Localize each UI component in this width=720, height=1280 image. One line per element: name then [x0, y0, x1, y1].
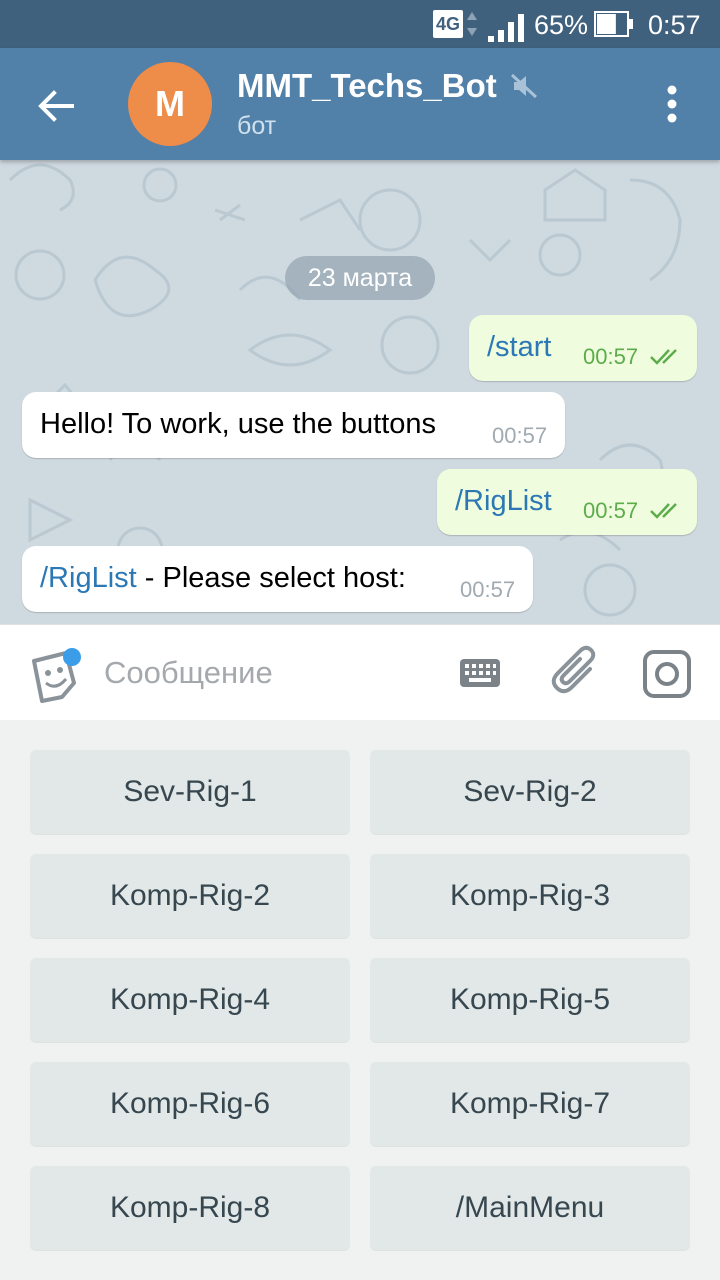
avatar[interactable]: M: [128, 62, 212, 146]
chat-subtitle: бот: [237, 112, 277, 140]
keyboard-button-komp-rig-4[interactable]: Komp-Rig-4: [30, 958, 350, 1042]
signal-strength-icon: [488, 14, 524, 42]
bot-keyboard-icon[interactable]: [458, 655, 502, 691]
incoming-message[interactable]: /RigList - Please select host: 00:57: [22, 546, 533, 612]
date-separator: 23 марта: [285, 256, 435, 300]
keyboard-button-komp-rig-2[interactable]: Komp-Rig-2: [30, 854, 350, 938]
sticker-emoji-icon[interactable]: [28, 647, 84, 703]
bot-reply-keyboard: Sev-Rig-1 Sev-Rig-2 Komp-Rig-2 Komp-Rig-…: [0, 720, 720, 1280]
keyboard-button-sev-rig-1[interactable]: Sev-Rig-1: [30, 750, 350, 834]
message-text[interactable]: /RigList: [455, 483, 552, 519]
message-composer: [0, 624, 720, 720]
chat-title[interactable]: MMT_Techs_Bot: [237, 66, 497, 106]
data-activity-icon: [467, 12, 477, 36]
message-time: 00:57: [583, 498, 639, 523]
message-input[interactable]: [104, 649, 434, 697]
keyboard-button-komp-rig-6[interactable]: Komp-Rig-6: [30, 1062, 350, 1146]
outgoing-message[interactable]: /start 00:57: [469, 315, 697, 381]
clock: 0:57: [648, 10, 701, 40]
battery-icon: [594, 11, 633, 37]
message-time: 00:57: [460, 577, 516, 602]
camera-icon[interactable]: [642, 649, 692, 699]
message-text: Hello! To work, use the buttons: [40, 408, 437, 440]
message-time: 00:57: [492, 423, 548, 448]
message-text[interactable]: /start: [487, 329, 551, 365]
message-list[interactable]: 23 марта /start 00:57 Hello! To work, us…: [0, 160, 720, 624]
keyboard-button-sev-rig-2[interactable]: Sev-Rig-2: [370, 750, 690, 834]
keyboard-button-main-menu[interactable]: /MainMenu: [370, 1166, 690, 1250]
keyboard-button-komp-rig-7[interactable]: Komp-Rig-7: [370, 1062, 690, 1146]
keyboard-button-komp-rig-5[interactable]: Komp-Rig-5: [370, 958, 690, 1042]
status-bar: 4G 65% 0:57: [0, 0, 720, 48]
back-arrow-icon[interactable]: [28, 78, 84, 134]
message-text: /RigList - Please select host:: [40, 560, 406, 596]
keyboard-button-komp-rig-3[interactable]: Komp-Rig-3: [370, 854, 690, 938]
read-checkmarks-icon: [650, 503, 677, 519]
command-link[interactable]: /RigList: [40, 562, 137, 594]
paperclip-attach-icon[interactable]: [550, 645, 602, 701]
keyboard-button-komp-rig-8[interactable]: Komp-Rig-8: [30, 1166, 350, 1250]
chat-header: M MMT_Techs_Bot бот: [0, 48, 720, 160]
outgoing-message[interactable]: /RigList 00:57: [437, 469, 697, 535]
incoming-message[interactable]: Hello! To work, use the buttons 00:57: [22, 392, 565, 458]
network-type-badge: 4G: [433, 10, 463, 38]
message-body: - Please select host:: [136, 562, 406, 594]
message-time: 00:57: [583, 344, 639, 369]
read-checkmarks-icon: [650, 349, 677, 365]
battery-percent: 65%: [534, 10, 589, 40]
more-options-icon[interactable]: [650, 80, 694, 128]
muted-speaker-icon: [510, 73, 538, 99]
